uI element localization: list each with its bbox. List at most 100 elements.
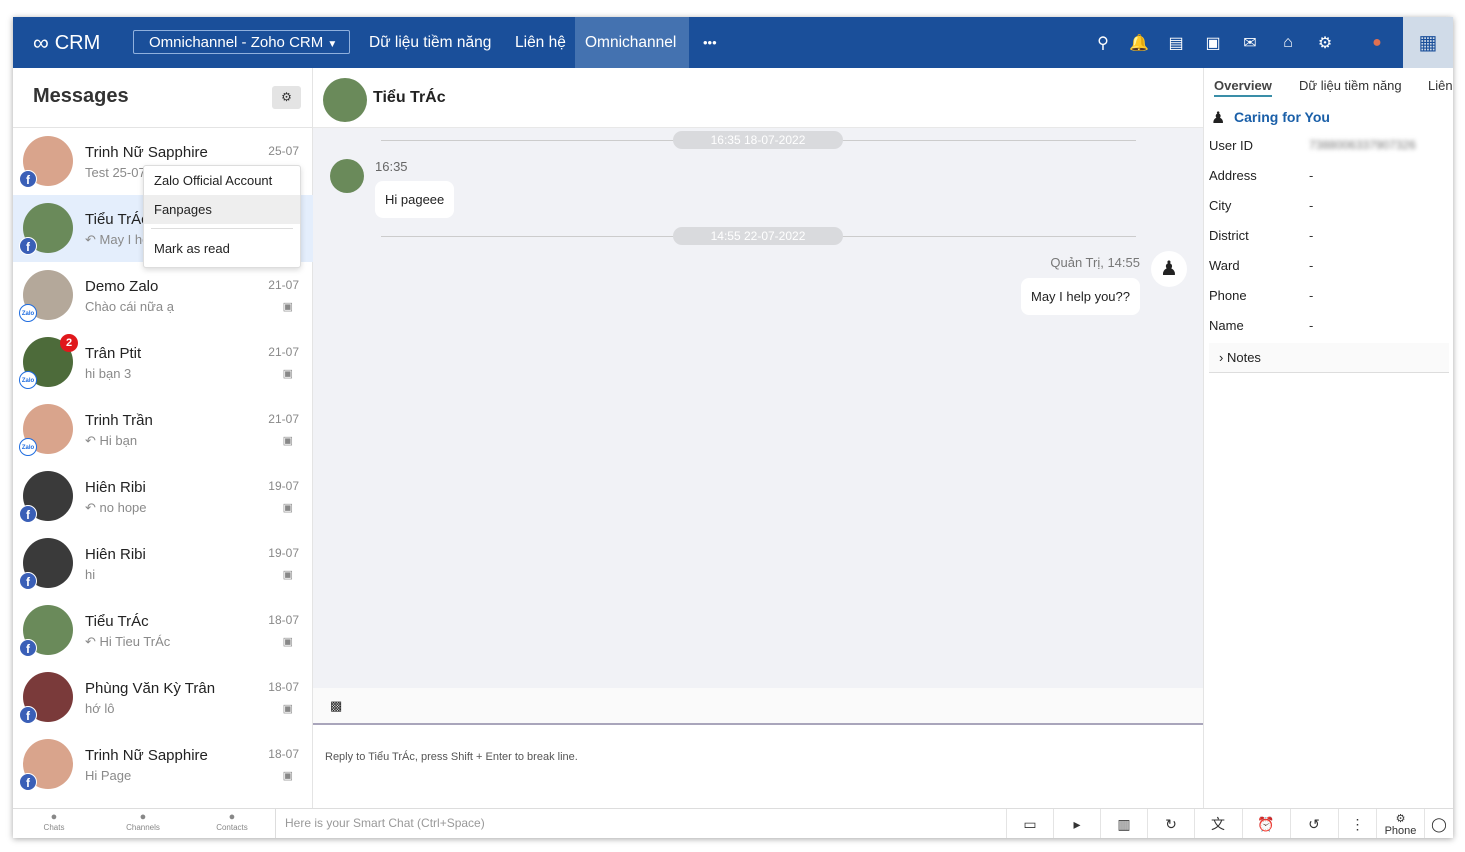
date-separator: 16:35 18-07-2022: [673, 131, 843, 149]
reply-placeholder: Reply to Tiểu TrÁc, press Shift + Enter …: [325, 751, 578, 763]
rotate-icon[interactable]: ↻: [1147, 809, 1194, 838]
facebook-icon: f: [19, 505, 37, 523]
screen-share-icon[interactable]: ▭: [1006, 809, 1053, 838]
conversation-item[interactable]: Zalo 2 Trân Ptit hi bạn 3 21-07 ▣: [13, 329, 313, 396]
mail-icon[interactable]: ✉: [1240, 33, 1260, 53]
user-avatar-icon[interactable]: ●: [1367, 33, 1387, 53]
conversation-item[interactable]: f Hiên Ribi hi 19-07 ▣: [13, 530, 313, 597]
alarm-icon[interactable]: ⏰: [1242, 809, 1289, 838]
conversation-name: Phùng Văn Kỳ Trân: [85, 680, 216, 697]
contacts-label: Contacts: [216, 823, 248, 832]
channels-icon: ●: [139, 811, 147, 823]
more-menu[interactable]: •••: [703, 17, 717, 68]
smart-chat-input[interactable]: Here is your Smart Chat (Ctrl+Space): [275, 809, 494, 838]
chevron-right-icon: ›: [1219, 350, 1224, 365]
conversation-name: Trinh Nữ Sapphire: [85, 747, 208, 764]
bottom-tab-contacts[interactable]: ● Contacts: [207, 811, 257, 832]
nav-leads[interactable]: Dữ liệu tiềm năng: [369, 17, 491, 68]
search-icon[interactable]: ⚲: [1093, 33, 1113, 53]
zalo-icon: Zalo: [19, 438, 37, 456]
field-label: Address: [1209, 168, 1257, 183]
history-icon[interactable]: ↺: [1290, 809, 1337, 838]
conversation-item[interactable]: f Phùng Văn Kỳ Trân hớ lô 18-07 ▣: [13, 664, 313, 731]
conversation-name: Hiên Ribi: [85, 546, 146, 563]
bell-icon[interactable]: 🔔: [1129, 33, 1149, 53]
dialpad-icon[interactable]: ⋮: [1338, 809, 1376, 838]
conversation-date: 18-07: [268, 747, 299, 761]
facebook-icon: f: [19, 572, 37, 590]
megaphone-icon[interactable]: ▸: [1053, 809, 1100, 838]
agent-icon: ♟: [1211, 110, 1226, 127]
tab-overview[interactable]: Overview: [1214, 78, 1272, 97]
conversation-date: 19-07: [268, 546, 299, 560]
notes-section[interactable]: › Notes: [1209, 343, 1449, 373]
bottom-tab-chats[interactable]: ● Chats: [29, 811, 79, 832]
chat-bubble-icon: ●: [50, 811, 58, 823]
date-separator: 14:55 22-07-2022: [673, 227, 843, 245]
conversation-item[interactable]: f Tiểu TrÁc ↶ Hi Tieu TrÁc 18-07 ▣: [13, 597, 313, 664]
menu-item-mark-read[interactable]: Mark as read: [144, 234, 300, 263]
apps-grid-icon[interactable]: ▦: [1403, 17, 1453, 68]
crm-logo[interactable]: ∞ CRM: [33, 30, 100, 56]
conversation-item[interactable]: Zalo Demo Zalo Chào cái nữa ạ 21-07 ▣: [13, 262, 313, 329]
translate-icon[interactable]: 文: [1194, 809, 1241, 838]
store-icon[interactable]: ⌂: [1278, 33, 1298, 53]
field-label: User ID: [1209, 138, 1254, 153]
tab-leads[interactable]: Dữ liệu tiềm năng: [1299, 78, 1402, 93]
field-value: -: [1309, 318, 1314, 333]
conversation-name: Demo Zalo: [85, 278, 159, 295]
smart-chat-placeholder: Here is your Smart Chat (Ctrl+Space): [285, 816, 485, 830]
conversation-preview: hi bạn 3: [85, 366, 132, 381]
facebook-icon: f: [19, 706, 37, 724]
module-select-value: Omnichannel - Zoho CRM: [149, 34, 324, 51]
inbox-icon: ▣: [282, 368, 293, 380]
image-upload-icon[interactable]: ▩: [330, 698, 342, 714]
incoming-time: 16:35: [375, 159, 408, 174]
facebook-icon: f: [19, 773, 37, 791]
settings-dropdown: Zalo Official Account Fanpages Mark as r…: [143, 165, 301, 268]
field-value: -: [1309, 168, 1314, 183]
phone-button[interactable]: ⚙ Phone: [1376, 809, 1424, 838]
reply-input[interactable]: Reply to Tiểu TrÁc, press Shift + Enter …: [313, 725, 1203, 808]
reply-icon: ↶: [85, 232, 100, 247]
inbox-icon: ▣: [282, 435, 293, 447]
top-bar: ∞ CRM Omnichannel - Zoho CRM ▼ Dữ liệu ti…: [13, 17, 1453, 68]
conversation-date: 21-07: [268, 412, 299, 426]
nav-omnichannel[interactable]: Omnichannel: [575, 17, 689, 68]
conversation-name: Tiểu TrÁc: [85, 613, 149, 630]
notes-label: Notes: [1226, 350, 1261, 365]
field-label: Name: [1209, 318, 1244, 333]
tab-contacts[interactable]: Liên: [1428, 78, 1453, 93]
nav-contacts[interactable]: Liên hệ: [515, 17, 566, 68]
field-value: -: [1309, 258, 1314, 273]
module-select[interactable]: Omnichannel - Zoho CRM ▼: [133, 30, 350, 54]
gear-icon: ⚙: [281, 90, 292, 104]
conversation-name: Hiên Ribi: [85, 479, 146, 496]
conversation-preview: Test 25-07: [85, 165, 146, 180]
menu-item-zalo-oa[interactable]: Zalo Official Account: [144, 166, 300, 195]
field-value: -: [1309, 228, 1314, 243]
bottom-bar: ● Chats ● Channels ● Contacts Here is your …: [13, 808, 1453, 838]
menu-item-fanpages[interactable]: Fanpages: [144, 195, 300, 224]
conversation-date: 21-07: [268, 278, 299, 292]
support-icon[interactable]: ◯: [1424, 809, 1453, 838]
conversation-preview: Hi Page: [85, 768, 132, 783]
facebook-icon: f: [19, 170, 37, 188]
add-note-icon[interactable]: ▤: [1166, 33, 1186, 53]
conversation-date: 18-07: [268, 613, 299, 627]
account-name[interactable]: Caring for You: [1234, 109, 1330, 125]
outgoing-meta: Quản Trị, 14:55: [1050, 255, 1140, 270]
reply-icon: ↶: [85, 634, 100, 649]
reply-icon: ↶: [85, 500, 100, 515]
conversation-item[interactable]: Zalo Trinh Trần ↶ Hi bạn 21-07 ▣: [13, 396, 313, 463]
conversation-item[interactable]: f Trinh Nữ Sapphire Hi Page 18-07 ▣: [13, 731, 313, 798]
gear-icon[interactable]: ⚙: [1315, 33, 1335, 53]
facebook-icon: f: [19, 639, 37, 657]
conversation-preview: Chào cái nữa ạ: [85, 299, 174, 314]
activity-icon[interactable]: ▥: [1100, 809, 1147, 838]
messages-settings-button[interactable]: ⚙: [272, 86, 301, 109]
calendar-icon[interactable]: ▣: [1203, 33, 1223, 53]
inbox-icon: ▣: [282, 770, 293, 782]
bottom-tab-channels[interactable]: ● Channels: [118, 811, 168, 832]
conversation-item[interactable]: f Hiên Ribi ↶ no hope 19-07 ▣: [13, 463, 313, 530]
